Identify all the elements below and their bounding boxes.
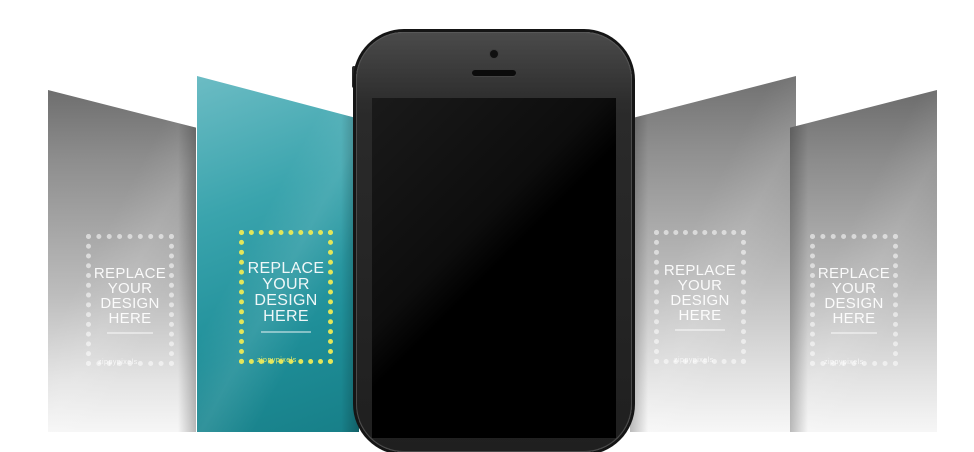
brand-logo: zippypixels [257, 357, 297, 364]
phone-camera-icon [490, 50, 498, 58]
design-placeholder: REPLACE YOUR DESIGN HERE [239, 230, 333, 364]
design-placeholder: REPLACE YOUR DESIGN HERE [654, 230, 746, 364]
phone-speaker [472, 70, 516, 76]
screen-panel-far-right: REPLACE YOUR DESIGN HERE zippypixels [790, 90, 937, 432]
screen-panel-right: REPLACE YOUR DESIGN HERE zippypixels [630, 76, 796, 432]
design-placeholder: REPLACE YOUR DESIGN HERE [86, 234, 174, 366]
design-placeholder: REPLACE YOUR DESIGN HERE [810, 234, 898, 366]
mockup-scene: REPLACE YOUR DESIGN HERE zippypixels REP… [0, 0, 974, 452]
placeholder-underline [830, 332, 878, 334]
placeholder-text: REPLACE YOUR DESIGN HERE [93, 265, 167, 327]
brand-logo: zippypixels [824, 359, 864, 366]
screen-panel-teal: REPLACE YOUR DESIGN HERE zippypixels [197, 76, 359, 432]
brand-logo: zippypixels [674, 357, 714, 364]
placeholder-text: REPLACE YOUR DESIGN HERE [663, 262, 737, 324]
brand-logo: zippypixels [98, 359, 138, 366]
placeholder-text: REPLACE YOUR DESIGN HERE [247, 260, 325, 325]
placeholder-text: REPLACE YOUR DESIGN HERE [817, 265, 891, 327]
placeholder-underline [106, 332, 154, 334]
phone-screen [372, 98, 616, 438]
placeholder-underline [675, 329, 725, 331]
placeholder-underline [260, 331, 312, 333]
screen-panel-far-left: REPLACE YOUR DESIGN HERE zippypixels [48, 90, 196, 432]
